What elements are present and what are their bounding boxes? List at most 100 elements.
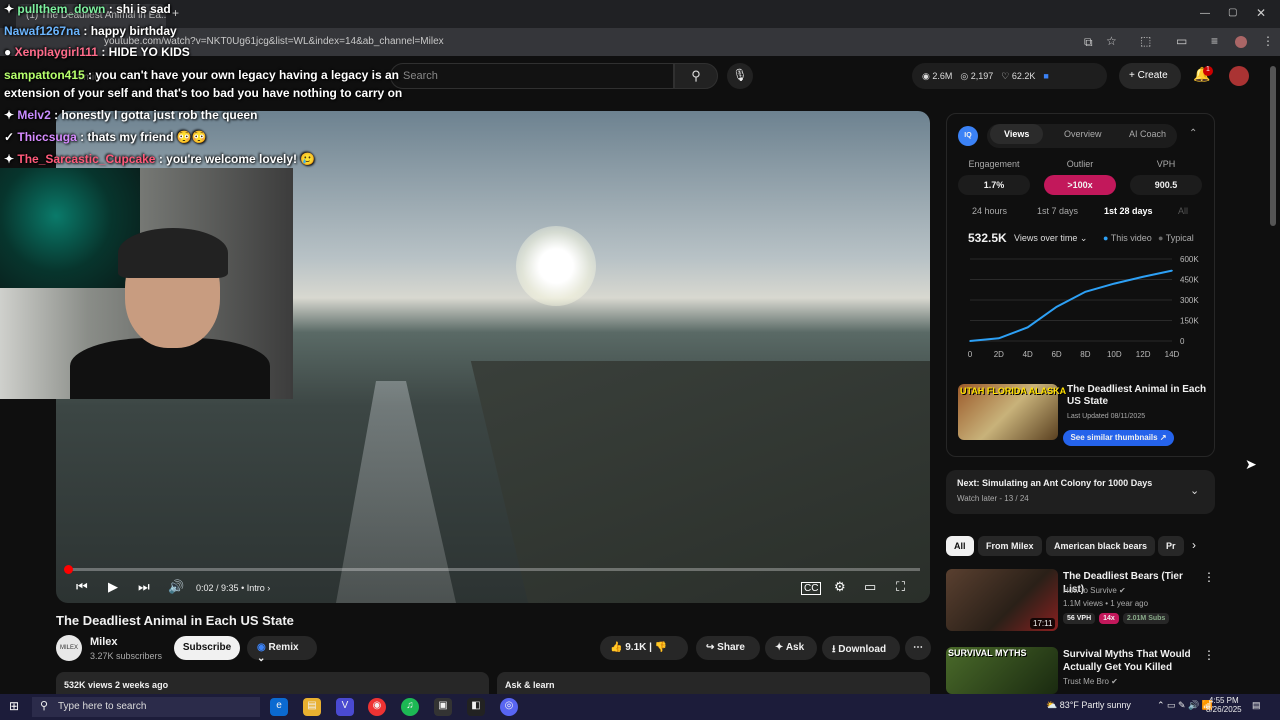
streamer-webcam: [0, 168, 293, 399]
menu-kebab-icon[interactable]: ⋮: [1262, 34, 1274, 48]
progress-bar[interactable]: [66, 568, 920, 571]
more-icon: ⋯: [913, 642, 923, 653]
metric-label-vph: VPH: [1156, 159, 1176, 169]
description-box[interactable]: 532K views 2 weeks ago: [56, 672, 489, 696]
next-video-title[interactable]: Next: Simulating an Ant Colony for 1000 …: [957, 478, 1152, 488]
more-actions-button[interactable]: ⋯: [905, 636, 931, 660]
like-dislike-button[interactable]: 👍 9.1K | 👎: [600, 636, 688, 660]
chart-x-tick: 12D: [1136, 350, 1151, 359]
rec-title[interactable]: Survival Myths That Would Actually Get Y…: [1063, 648, 1193, 674]
next-icon[interactable]: ⏭: [138, 579, 150, 595]
install-icon[interactable]: ⧉: [1084, 35, 1093, 50]
search-button[interactable]: ⚲: [674, 63, 718, 89]
new-tab-icon[interactable]: +: [172, 6, 179, 20]
chapter-label[interactable]: • Intro: [241, 583, 265, 593]
vidiq-tab-ai-coach[interactable]: AI Coach: [1129, 129, 1166, 139]
theater-mode-icon[interactable]: ▭: [864, 579, 876, 595]
captions-icon[interactable]: CC: [801, 582, 822, 595]
app-v-icon[interactable]: V: [336, 698, 354, 716]
share-button[interactable]: ↪ Share: [696, 636, 760, 660]
terminal-icon[interactable]: ▣: [434, 698, 452, 716]
period-24h[interactable]: 24 hours: [972, 206, 1007, 216]
notification-count-badge: 1: [1203, 66, 1213, 76]
discord-icon[interactable]: ◎: [500, 698, 518, 716]
extensions-icon[interactable]: ⬚: [1140, 34, 1151, 48]
windows-start-icon[interactable]: ⊞: [9, 699, 19, 713]
chip-american-black-bears[interactable]: American black bears: [1046, 536, 1156, 556]
video-title: The Deadliest Animal in Each US State: [56, 613, 294, 628]
chips-next-chevron-icon[interactable]: ›: [1192, 538, 1196, 552]
collapse-chevron-icon[interactable]: ⌃: [1189, 128, 1197, 139]
chip-all[interactable]: All: [946, 536, 974, 556]
rec-duration: 17:11: [1030, 618, 1056, 629]
chat-message: ✦ pullthem_down : shi is sad: [4, 2, 171, 16]
sidepanel-icon[interactable]: ▭: [1176, 34, 1187, 48]
expand-chevron-icon[interactable]: ⌄: [1190, 484, 1199, 497]
notification-center-icon[interactable]: ▤: [1252, 700, 1261, 711]
bookmark-star-icon[interactable]: ☆: [1106, 34, 1117, 48]
vidiq-tab-views[interactable]: Views: [990, 124, 1044, 144]
play-icon[interactable]: ▶: [108, 579, 118, 595]
period-all[interactable]: All: [1178, 206, 1188, 216]
rec-channel[interactable]: How to Survive ✔: [1063, 586, 1126, 595]
edge-icon[interactable]: e: [270, 698, 288, 716]
weather-widget[interactable]: ⛅ 83°F Partly sunny: [1046, 700, 1131, 711]
ask-button[interactable]: ✦ Ask: [765, 636, 817, 660]
chart-metric-dropdown[interactable]: Views over time ⌄: [1014, 233, 1087, 244]
thumbs-down-icon[interactable]: 👎: [655, 642, 667, 653]
legend-this-video: ● This video: [1103, 233, 1152, 243]
page-scrollbar[interactable]: [1270, 66, 1276, 226]
subs-badge: 2.01M Subs: [1122, 613, 1170, 624]
rec-channel[interactable]: Trust Me Bro ✔: [1063, 677, 1118, 686]
chip-from-milex[interactable]: From Milex: [978, 536, 1042, 556]
close-window-icon[interactable]: ✕: [1256, 6, 1266, 20]
rec-more-icon[interactable]: ⋮: [1203, 648, 1215, 662]
chart-y-tick: 0: [1180, 337, 1185, 346]
download-icon: ⭳: [832, 644, 836, 655]
account-avatar[interactable]: [1229, 66, 1249, 86]
subscribe-button[interactable]: Subscribe: [174, 636, 240, 660]
volume-icon[interactable]: 🔊: [168, 579, 184, 595]
maximize-icon[interactable]: ▢: [1228, 7, 1237, 18]
thumbs-up-icon[interactable]: 👍: [610, 642, 622, 653]
tray-icons[interactable]: ⌃ ▭ ✎ 🔊 📶: [1157, 700, 1213, 711]
see-similar-thumbnails-button[interactable]: See similar thumbnails ↗: [1063, 430, 1174, 446]
fullscreen-icon[interactable]: ⛶: [896, 579, 905, 595]
previous-icon[interactable]: ⏮: [76, 579, 88, 595]
period-28d[interactable]: 1st 28 days: [1104, 206, 1153, 216]
capcut-icon[interactable]: ◧: [467, 698, 485, 716]
progress-scrubber[interactable]: [64, 565, 73, 574]
channel-subscribers: 3.27K subscribers: [90, 651, 163, 661]
search-input[interactable]: Search: [390, 63, 674, 89]
media-icon[interactable]: ≡: [1211, 34, 1218, 48]
voice-search-button[interactable]: 🎙: [727, 63, 753, 89]
vidiq-stats-pill[interactable]: ◉ 2.6M ◎ 2,197 ♡ 62.2K ■: [912, 63, 1107, 89]
settings-gear-icon[interactable]: ⚙: [834, 579, 846, 595]
rec-views: 1.1M views • 1 year ago: [1063, 599, 1149, 608]
spotify-icon[interactable]: ♫: [401, 698, 419, 716]
webcam-person-cap: [118, 228, 228, 278]
remix-button[interactable]: ◉ Remix ⌄: [247, 636, 317, 664]
period-7d[interactable]: 1st 7 days: [1037, 206, 1078, 216]
related-updated: Last Updated 08/11/2025: [1067, 413, 1146, 420]
minimize-icon[interactable]: —: [1200, 8, 1210, 19]
chrome-icon[interactable]: ◉: [368, 698, 386, 716]
chart-point: [1026, 326, 1029, 329]
rec-more-icon[interactable]: ⋮: [1203, 570, 1215, 584]
chat-message: ✓ Thiccsuga : thats my friend 😳😳: [4, 130, 207, 144]
file-explorer-icon[interactable]: ▤: [303, 698, 321, 716]
chip-partial[interactable]: Pr: [1158, 536, 1184, 556]
vidiq-icon[interactable]: ■: [1043, 71, 1048, 81]
taskbar-search-input[interactable]: Type here to search: [32, 697, 260, 717]
channel-name[interactable]: Milex: [90, 636, 118, 648]
profile-icon[interactable]: [1235, 36, 1247, 48]
clock[interactable]: 4:55 PM 8/26/2025: [1206, 696, 1242, 714]
channel-avatar[interactable]: MILEX: [56, 635, 82, 661]
playlist-next-box[interactable]: [946, 470, 1215, 514]
vidiq-tab-overview[interactable]: Overview: [1064, 129, 1102, 139]
chat-message: ✦ The_Sarcastic_Cupcake : you're welcome…: [4, 152, 316, 166]
related-title[interactable]: The Deadliest Animal in Each US State: [1067, 384, 1207, 408]
download-button[interactable]: ⭳ Download: [822, 636, 900, 660]
create-button[interactable]: + Create: [1119, 63, 1181, 89]
ask-learn-box[interactable]: Ask & learn: [497, 672, 930, 696]
